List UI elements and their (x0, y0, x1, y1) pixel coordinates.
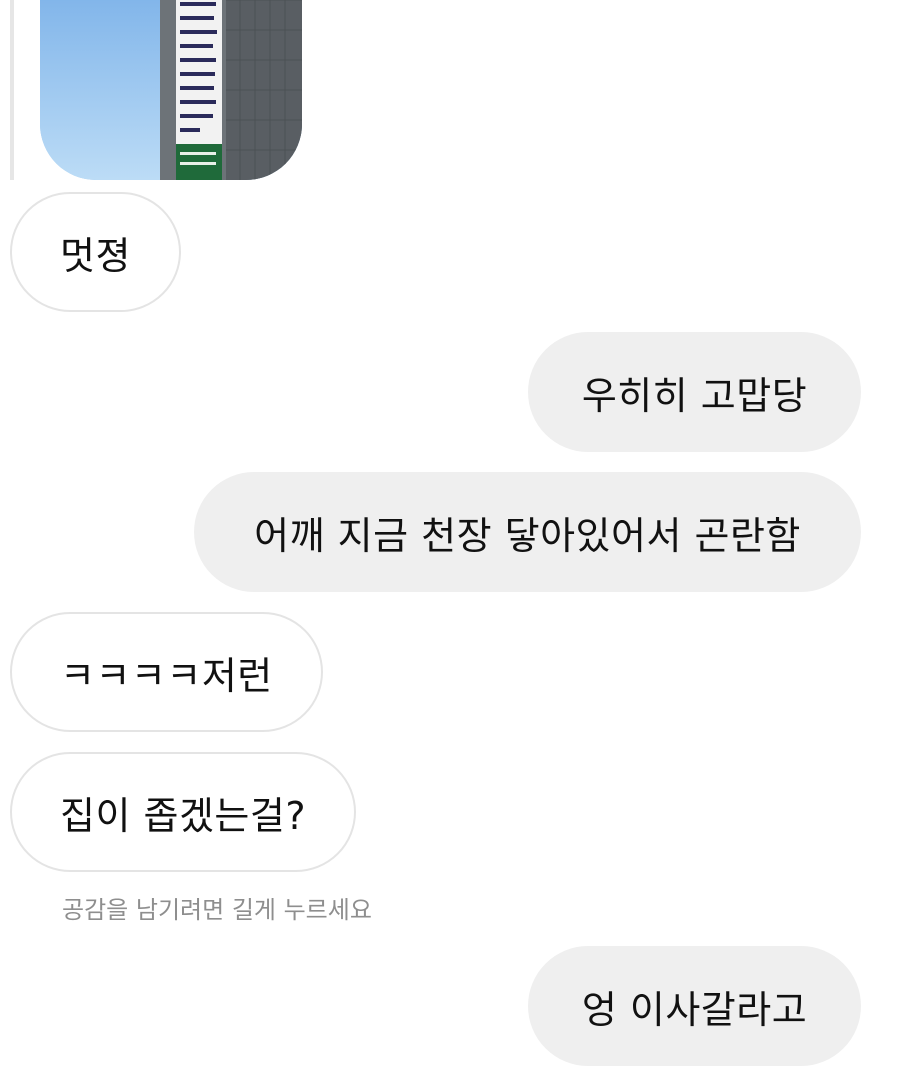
message-text: 우히히 고맙당 (581, 373, 808, 418)
incoming-message[interactable]: 집이 좁겠는걸? (10, 752, 357, 872)
message-text: 멋졍 (60, 233, 131, 278)
outgoing-message[interactable]: 엉 이사갈라고 (528, 946, 861, 1066)
message-text: ㅋㅋㅋㅋ저런 (60, 653, 273, 698)
message-text: 집이 좁겠는걸? (60, 793, 307, 838)
reaction-hint: 공감을 남기려면 길게 누르세요 (62, 896, 372, 924)
outgoing-message[interactable]: 우히히 고맙당 (528, 332, 861, 452)
incoming-message[interactable]: ㅋㅋㅋㅋ저런 (10, 612, 323, 732)
incoming-message[interactable]: 멋졍 (10, 192, 181, 312)
message-text: 어깨 지금 천장 닿아있어서 곤란함 (254, 513, 801, 558)
outgoing-message[interactable]: 어깨 지금 천장 닿아있어서 곤란함 (194, 472, 861, 592)
reply-thread-line (10, 0, 14, 180)
shared-photo[interactable] (40, 0, 302, 180)
message-text: 엉 이사갈라고 (581, 987, 808, 1032)
